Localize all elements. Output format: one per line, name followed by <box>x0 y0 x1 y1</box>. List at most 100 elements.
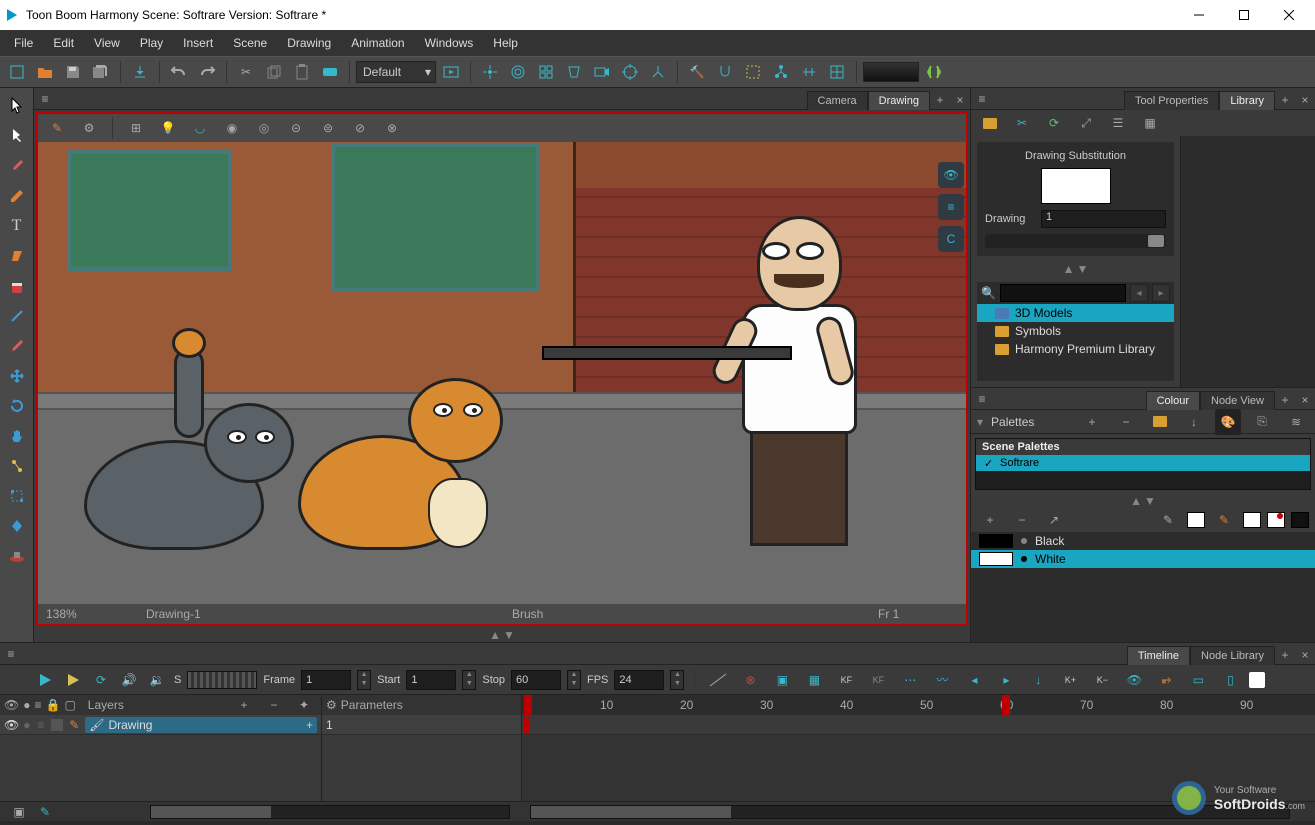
align-icon[interactable] <box>796 59 822 85</box>
vp-disc-4-icon[interactable]: ⊝ <box>283 115 309 141</box>
redo-icon[interactable] <box>194 59 220 85</box>
tl-prev-icon[interactable]: ◂ <box>961 667 987 693</box>
sound-icon[interactable]: 🔊 <box>118 669 140 691</box>
panel-menu-icon[interactable]: ≡ <box>0 643 22 665</box>
params-icon[interactable]: ⚙ <box>326 698 337 712</box>
select-tool-icon[interactable] <box>5 94 29 118</box>
kf-label-icon[interactable]: KF <box>833 667 859 693</box>
vp-light-icon[interactable]: 💡 <box>155 115 181 141</box>
scrollbar-thumb[interactable] <box>531 806 731 818</box>
vp-disc-3-icon[interactable]: ◎ <box>251 115 277 141</box>
open-icon[interactable] <box>32 59 58 85</box>
sound-scrub-icon[interactable]: 🔉 <box>146 669 168 691</box>
start-spinner[interactable]: ▲▼ <box>462 670 476 690</box>
menu-view[interactable]: View <box>84 32 130 54</box>
menu-animation[interactable]: Animation <box>341 32 414 54</box>
tl-eye-icon[interactable]: 👁 <box>1121 667 1147 693</box>
kite-tool-icon[interactable] <box>5 514 29 538</box>
vp-grid-icon[interactable]: ⊞ <box>123 115 149 141</box>
hand-tool-icon[interactable] <box>5 424 29 448</box>
lib-expand-icon[interactable]: ⤢ <box>1073 110 1099 136</box>
solo-col-icon[interactable]: ● <box>23 698 30 712</box>
ds-slider[interactable] <box>985 234 1166 248</box>
swatch-white-2[interactable] <box>1243 512 1261 528</box>
colour-row-black[interactable]: Black <box>971 532 1315 550</box>
eye-col-icon[interactable]: 👁 <box>4 698 19 712</box>
close-button[interactable] <box>1266 0 1311 30</box>
tree-item-symbols[interactable]: Symbols <box>977 322 1174 340</box>
curve-icon[interactable] <box>705 667 731 693</box>
bbox-icon[interactable] <box>740 59 766 85</box>
swatch-black[interactable] <box>1291 512 1309 528</box>
palette-item-softrare[interactable]: Softrare <box>976 455 1310 471</box>
menu-windows[interactable]: Windows <box>415 32 484 54</box>
menu-drawing[interactable]: Drawing <box>277 32 341 54</box>
layers-icon[interactable]: ≡ <box>938 194 964 220</box>
swatch-special[interactable] <box>1267 512 1285 528</box>
dropper-tool-icon[interactable] <box>5 334 29 358</box>
colour-row-white[interactable]: White <box>971 550 1315 568</box>
timeline-ruler[interactable]: 10 20 30 40 50 60 70 80 90 <box>522 695 1315 715</box>
import-icon[interactable] <box>127 59 153 85</box>
tab-library[interactable]: Library <box>1219 91 1275 110</box>
kf-delete-icon[interactable]: ⊗ <box>737 667 763 693</box>
gradient-swatch[interactable] <box>863 62 919 82</box>
target-icon[interactable] <box>617 59 643 85</box>
text-tool-icon[interactable]: T <box>5 214 29 238</box>
sw-edit-icon[interactable]: ↗ <box>1041 507 1067 533</box>
pal-picker-icon[interactable]: 🎨 <box>1215 409 1241 435</box>
layer-add-drawing-icon[interactable]: + <box>306 718 313 732</box>
hierarchy-icon[interactable] <box>768 59 794 85</box>
add-tab-icon[interactable]: + <box>1275 390 1295 410</box>
tl-stack-icon[interactable]: ▯ <box>1217 667 1243 693</box>
menu-file[interactable]: File <box>4 32 43 54</box>
delete-icon[interactable] <box>317 59 343 85</box>
pivot-icon[interactable] <box>477 59 503 85</box>
minimize-button[interactable] <box>1176 0 1221 30</box>
playhead[interactable] <box>524 695 532 715</box>
line-tool-icon[interactable] <box>5 304 29 328</box>
kf-mode-1-icon[interactable]: ▣ <box>769 667 795 693</box>
pal-clone-icon[interactable]: ⎘ <box>1249 409 1275 435</box>
splitter[interactable]: ▲▼ <box>34 628 970 642</box>
ik-icon[interactable] <box>645 59 671 85</box>
tab-timeline[interactable]: Timeline <box>1127 646 1190 665</box>
menu-insert[interactable]: Insert <box>173 32 223 54</box>
vp-tool-1-icon[interactable]: ✎ <box>44 115 70 141</box>
stamp-tool-icon[interactable] <box>5 544 29 568</box>
tab-drawing[interactable]: Drawing <box>868 91 930 110</box>
contour-tool-icon[interactable] <box>5 124 29 148</box>
save-icon[interactable] <box>60 59 86 85</box>
ds-thumbnail[interactable] <box>1041 168 1111 204</box>
add-tab-icon[interactable]: + <box>1275 90 1295 110</box>
splitter[interactable]: ▲▼ <box>971 494 1315 508</box>
lib-cut-icon[interactable]: ✂ <box>1009 110 1035 136</box>
script-icon[interactable] <box>921 59 947 85</box>
tab-tool-properties[interactable]: Tool Properties <box>1124 91 1219 110</box>
loop-icon[interactable]: ⟳ <box>90 669 112 691</box>
pal-down-icon[interactable]: ↓ <box>1181 409 1207 435</box>
onion-col-icon[interactable]: 🔒 <box>46 698 61 712</box>
tl-down-icon[interactable]: ↓ <box>1025 667 1051 693</box>
param-row[interactable]: 1 <box>322 715 521 735</box>
play-icon[interactable] <box>34 669 56 691</box>
tree-item-harmony-lib[interactable]: Harmony Premium Library <box>977 340 1174 358</box>
paste-icon[interactable] <box>289 59 315 85</box>
layer-row-drawing[interactable]: 👁 ● ≡ ✎ 🖌 Drawing + <box>0 715 321 735</box>
range-end[interactable] <box>1002 695 1010 715</box>
perspective-icon[interactable] <box>561 59 587 85</box>
onion-icon[interactable] <box>505 59 531 85</box>
cut-icon[interactable]: ✂ <box>233 59 259 85</box>
frame-input[interactable]: 1 <box>301 670 351 690</box>
vp-disc-2-icon[interactable]: ◉ <box>219 115 245 141</box>
fps-input[interactable]: 24 <box>614 670 664 690</box>
layer-chip[interactable]: 🖌 Drawing + <box>85 717 317 733</box>
brush-tool-icon[interactable] <box>5 154 29 178</box>
fps-spinner[interactable]: ▲▼ <box>670 670 684 690</box>
tab-colour[interactable]: Colour <box>1146 391 1200 410</box>
tl-z-icon[interactable]: ⥵ <box>1153 667 1179 693</box>
rotate-tool-icon[interactable] <box>5 394 29 418</box>
vp-disc-1-icon[interactable]: ◡ <box>187 115 213 141</box>
add-tab-icon[interactable]: + <box>930 90 950 110</box>
sw-pencil-icon[interactable]: ✎ <box>1211 507 1237 533</box>
